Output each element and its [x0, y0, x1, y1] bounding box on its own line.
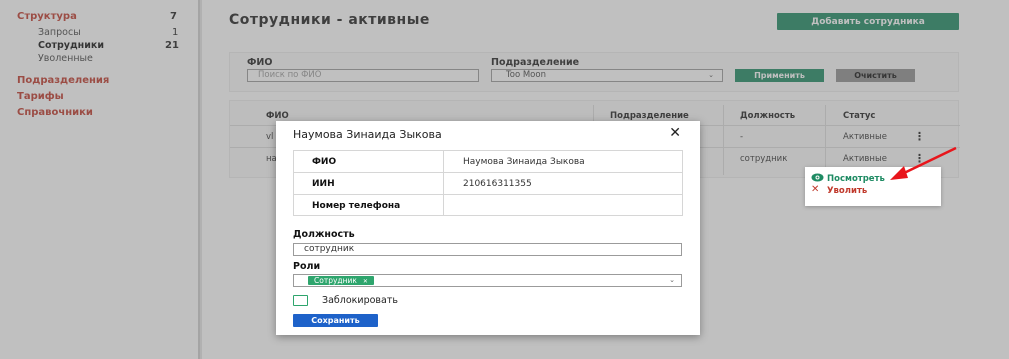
view-menu-item[interactable]: Посмотреть	[827, 174, 885, 184]
employee-info-table: ФИО Наумова Зинаида Зыкова ИИН 210616311…	[293, 150, 683, 216]
employee-modal: Наумова Зинаида Зыкова ✕ ФИО Наумова Зин…	[276, 121, 700, 335]
roles-label: Роли	[293, 261, 321, 272]
role-chip[interactable]: Сотрудник ✕	[308, 276, 374, 285]
info-label: ИИН	[312, 179, 335, 189]
block-checkbox-label: Заблокировать	[322, 295, 398, 306]
fire-menu-item[interactable]: Уволить	[827, 186, 867, 196]
position-label: Должность	[293, 229, 355, 240]
block-checkbox[interactable]	[293, 295, 308, 306]
chevron-down-icon: ⌄	[669, 276, 675, 284]
info-value: Наумова Зинаида Зыкова	[463, 157, 585, 167]
role-chip-label: Сотрудник	[314, 276, 357, 285]
info-label: Номер телефона	[312, 201, 401, 211]
info-row-iin: ИИН 210616311355	[294, 173, 682, 195]
info-row-fio: ФИО Наумова Зинаида Зыкова	[294, 151, 682, 173]
save-button[interactable]: Сохранить	[293, 314, 378, 327]
close-icon: ✕	[811, 184, 820, 195]
modal-title: Наумова Зинаида Зыкова	[293, 128, 442, 141]
remove-chip-icon[interactable]: ✕	[363, 278, 368, 285]
info-value: 210616311355	[463, 179, 532, 189]
info-label: ФИО	[312, 157, 337, 167]
close-icon[interactable]: ✕	[669, 125, 681, 141]
info-row-phone: Номер телефона	[294, 195, 682, 217]
annotation-arrow-icon	[890, 146, 957, 180]
position-input[interactable]: сотрудник	[293, 243, 682, 256]
roles-select[interactable]: Сотрудник ✕ ⌄	[293, 274, 682, 287]
